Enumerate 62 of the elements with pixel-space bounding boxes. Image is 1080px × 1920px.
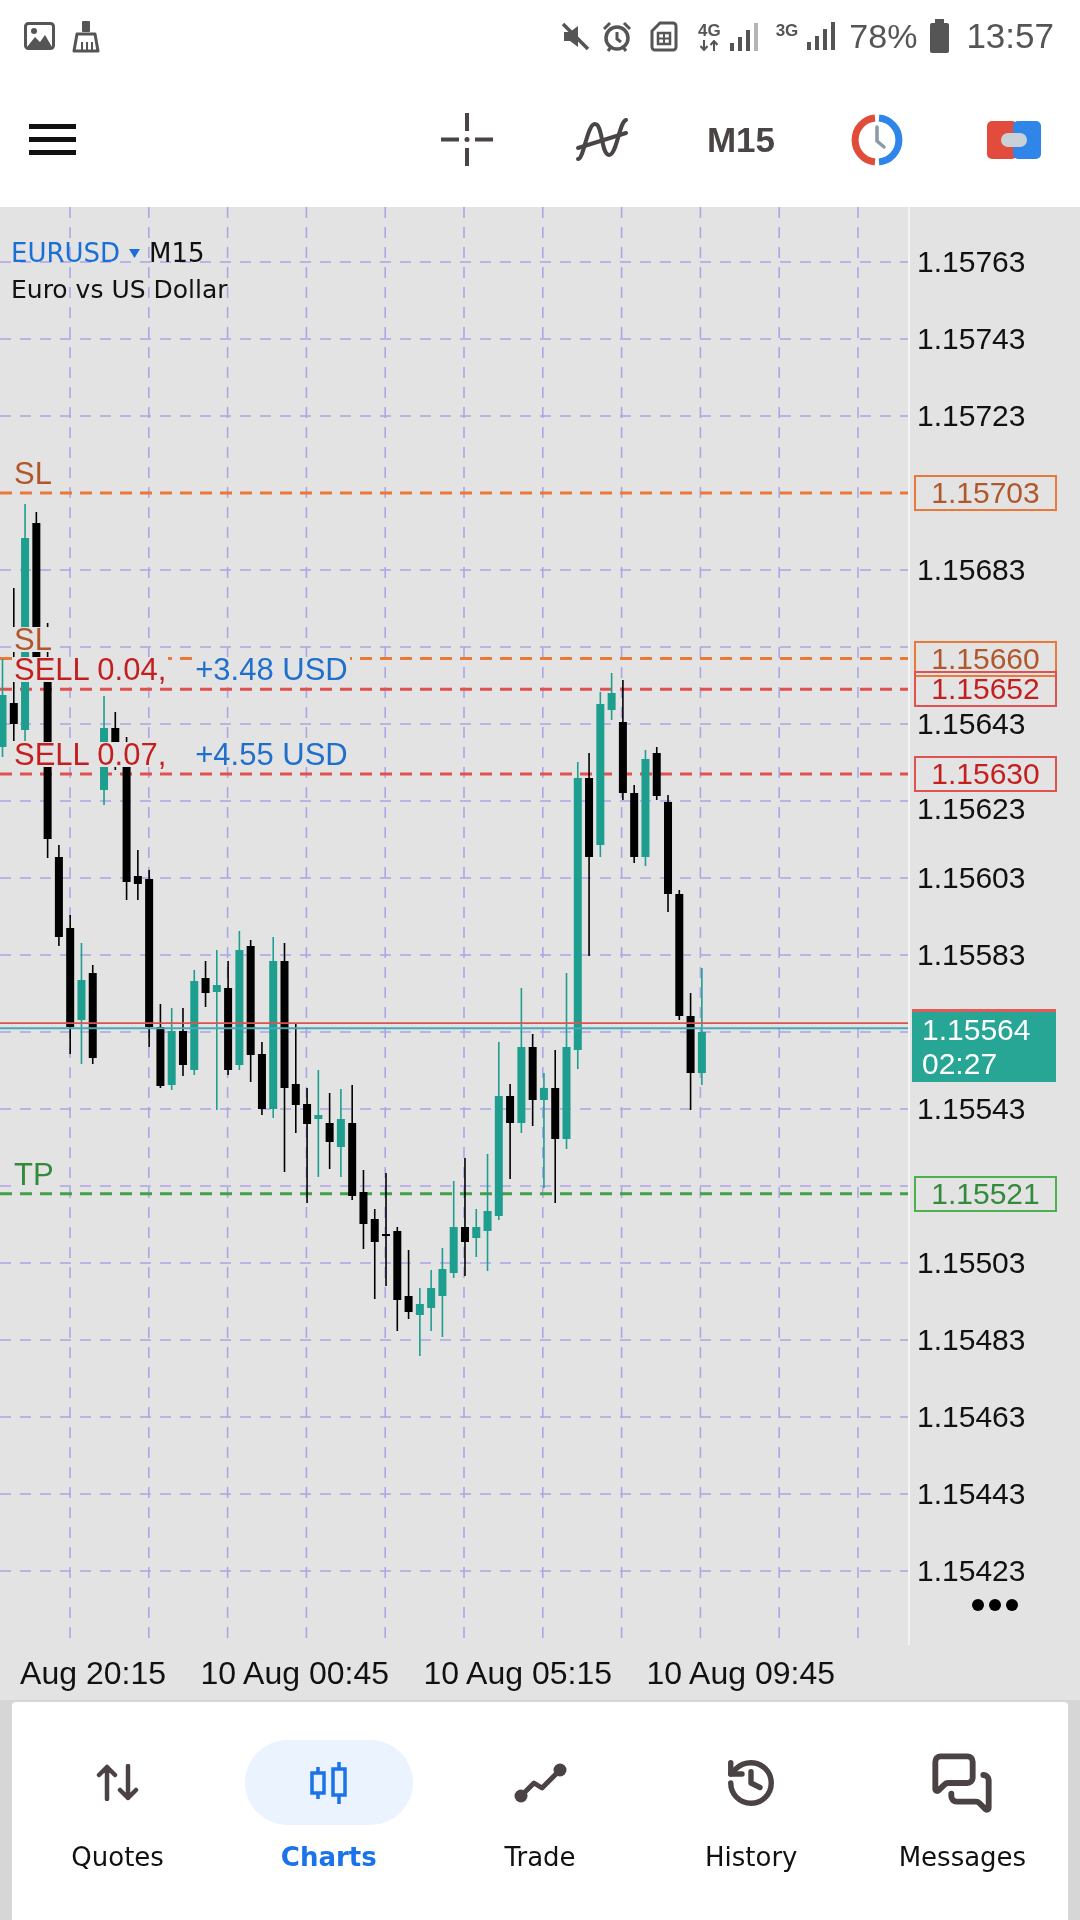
price-tick: 1.15443 bbox=[917, 1478, 1026, 1510]
clock-icon[interactable] bbox=[850, 113, 904, 166]
stop-loss-label: SL bbox=[12, 626, 54, 652]
price-tick: 1.15623 bbox=[917, 793, 1026, 826]
caret-icon bbox=[129, 248, 141, 258]
stop-loss-price-tag: 1.15660 bbox=[914, 640, 1057, 677]
profit-label: +4.55 USD bbox=[193, 742, 350, 768]
price-tick: 1.15543 bbox=[917, 1093, 1026, 1125]
mute-icon bbox=[559, 20, 591, 52]
nav-tab[interactable]: Trade bbox=[434, 1702, 646, 1920]
candlestick-icon bbox=[308, 1761, 350, 1804]
nav-tab[interactable]: Messages bbox=[856, 1702, 1068, 1920]
time-tick: 10 Aug 09:45 bbox=[646, 1655, 835, 1691]
timeframe-label: M15 bbox=[149, 237, 205, 269]
price-tick: 1.15483 bbox=[917, 1324, 1026, 1356]
take-profit-price-tag: 1.15521 bbox=[914, 1175, 1057, 1212]
pill-square-icon[interactable] bbox=[987, 120, 1041, 159]
timeframe-button[interactable]: M15 bbox=[706, 119, 775, 160]
stop-loss-label: SL bbox=[12, 461, 54, 486]
price-tick: 1.15503 bbox=[917, 1247, 1026, 1279]
bar-countdown: 02:27 bbox=[922, 1047, 998, 1082]
symbol-selector[interactable]: EURUSD bbox=[11, 237, 141, 269]
price-tick: 1.15423 bbox=[917, 1555, 1026, 1587]
signal-bars-icon bbox=[806, 22, 838, 50]
current-price: 1.15564 bbox=[922, 1013, 1031, 1048]
price-tick: 1.15463 bbox=[917, 1401, 1026, 1433]
time-tick: 10 Aug 00:45 bbox=[200, 1655, 389, 1691]
symbol-description: Euro vs US Dollar bbox=[11, 274, 228, 306]
brush-icon bbox=[72, 19, 100, 53]
battery-icon bbox=[929, 19, 951, 53]
network-type: 4G bbox=[697, 21, 721, 40]
crosshair-icon[interactable] bbox=[440, 113, 493, 166]
picture-icon bbox=[24, 22, 55, 50]
order-price-tag: 1.15652 bbox=[914, 671, 1057, 708]
price-tick: 1.15763 bbox=[917, 246, 1026, 278]
price-tick: 1.15743 bbox=[917, 323, 1026, 355]
price-tick: 1.15643 bbox=[917, 708, 1026, 740]
price-tick: 1.15683 bbox=[917, 554, 1026, 586]
data-arrows-icon bbox=[698, 39, 721, 51]
sim-card-icon bbox=[649, 20, 678, 52]
price-tick: 1.15583 bbox=[917, 939, 1026, 971]
nav-tab[interactable]: Quotes bbox=[12, 1702, 224, 1920]
menu-icon[interactable] bbox=[29, 124, 76, 155]
order-label: SELL 0.04, bbox=[12, 657, 169, 683]
price-tick: 1.15723 bbox=[917, 400, 1026, 432]
more-options-icon[interactable] bbox=[972, 1599, 1018, 1611]
network-type: 3G bbox=[775, 22, 799, 40]
nav-tab[interactable]: Charts bbox=[223, 1702, 435, 1920]
nav-tab[interactable]: History bbox=[645, 1702, 857, 1920]
alarm-clock-icon bbox=[601, 20, 632, 52]
order-price-tag: 1.15630 bbox=[914, 756, 1057, 793]
trend-line-icon bbox=[513, 1762, 567, 1803]
clock-time: 13:57 bbox=[966, 17, 1054, 55]
price-tick: 1.15603 bbox=[917, 862, 1026, 894]
signal-bars-icon bbox=[728, 22, 760, 51]
time-tick: 10 Aug 05:15 bbox=[423, 1655, 612, 1691]
battery-percent: 78% bbox=[849, 17, 918, 55]
up-down-arrows-icon bbox=[95, 1764, 141, 1801]
chat-bubbles-icon bbox=[930, 1750, 995, 1815]
time-tick: Aug 20:15 bbox=[20, 1655, 166, 1691]
stop-loss-price-tag: 1.15703 bbox=[914, 475, 1057, 511]
profit-label: +3.48 USD bbox=[193, 657, 350, 683]
